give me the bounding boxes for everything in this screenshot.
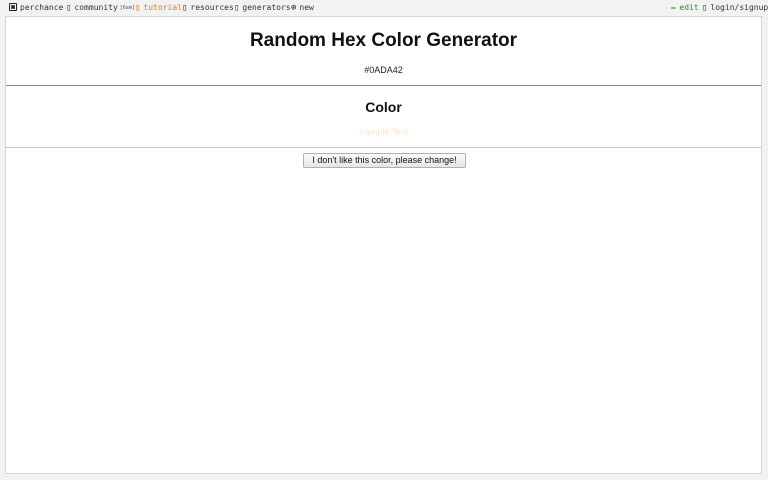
- pencil-icon: ✏: [671, 3, 677, 13]
- change-color-button[interactable]: I don't like this color, please change!: [303, 153, 466, 168]
- nav-brand-perchance[interactable]: perchance: [9, 2, 63, 14]
- chat-icon: ▯: [66, 3, 72, 13]
- top-nav-bar: perchance ▯ community [6am] ▯ tutorial ▯ res…: [0, 0, 768, 16]
- nav-login-label: login/signup: [710, 3, 768, 12]
- generator-output-panel: Random Hex Color Generator #0ADA42 Color…: [5, 16, 762, 474]
- nav-community[interactable]: ▯ community [6am]: [66, 2, 135, 14]
- nav-tutorial[interactable]: ▯ tutorial: [135, 2, 182, 14]
- nav-new[interactable]: ⊕ new: [291, 2, 314, 14]
- nav-new-label: new: [299, 3, 314, 12]
- nav-resources[interactable]: ▯ resources: [182, 2, 234, 14]
- nav-community-badge: [6am]: [119, 5, 135, 11]
- divider: [6, 85, 761, 86]
- link-icon: ▯: [182, 3, 188, 13]
- user-icon: ▯: [702, 3, 708, 13]
- hex-color-value: #0ADA42: [364, 65, 403, 75]
- nav-login-signup[interactable]: ▯ login/signup: [702, 2, 768, 14]
- nav-brand-label: perchance: [20, 3, 64, 12]
- nav-edit-label: edit: [679, 3, 699, 12]
- grid-icon: ▯: [234, 3, 240, 13]
- nav-edit[interactable]: ✏ edit: [671, 2, 699, 14]
- nav-generators-label: generators: [242, 3, 291, 12]
- nav-generators[interactable]: ▯ generators: [234, 2, 291, 14]
- nav-community-label: community: [74, 3, 118, 12]
- nav-resources-label: resources: [190, 3, 234, 12]
- sample-text: Sample Text: [358, 127, 409, 137]
- page-title: Random Hex Color Generator: [249, 30, 518, 51]
- nav-tutorial-label: tutorial: [143, 3, 182, 12]
- divider: [6, 147, 761, 148]
- plus-circle-icon: ⊕: [291, 3, 297, 13]
- section-title-color: Color: [365, 99, 402, 115]
- dice-icon: [9, 3, 17, 11]
- book-icon: ▯: [135, 3, 141, 13]
